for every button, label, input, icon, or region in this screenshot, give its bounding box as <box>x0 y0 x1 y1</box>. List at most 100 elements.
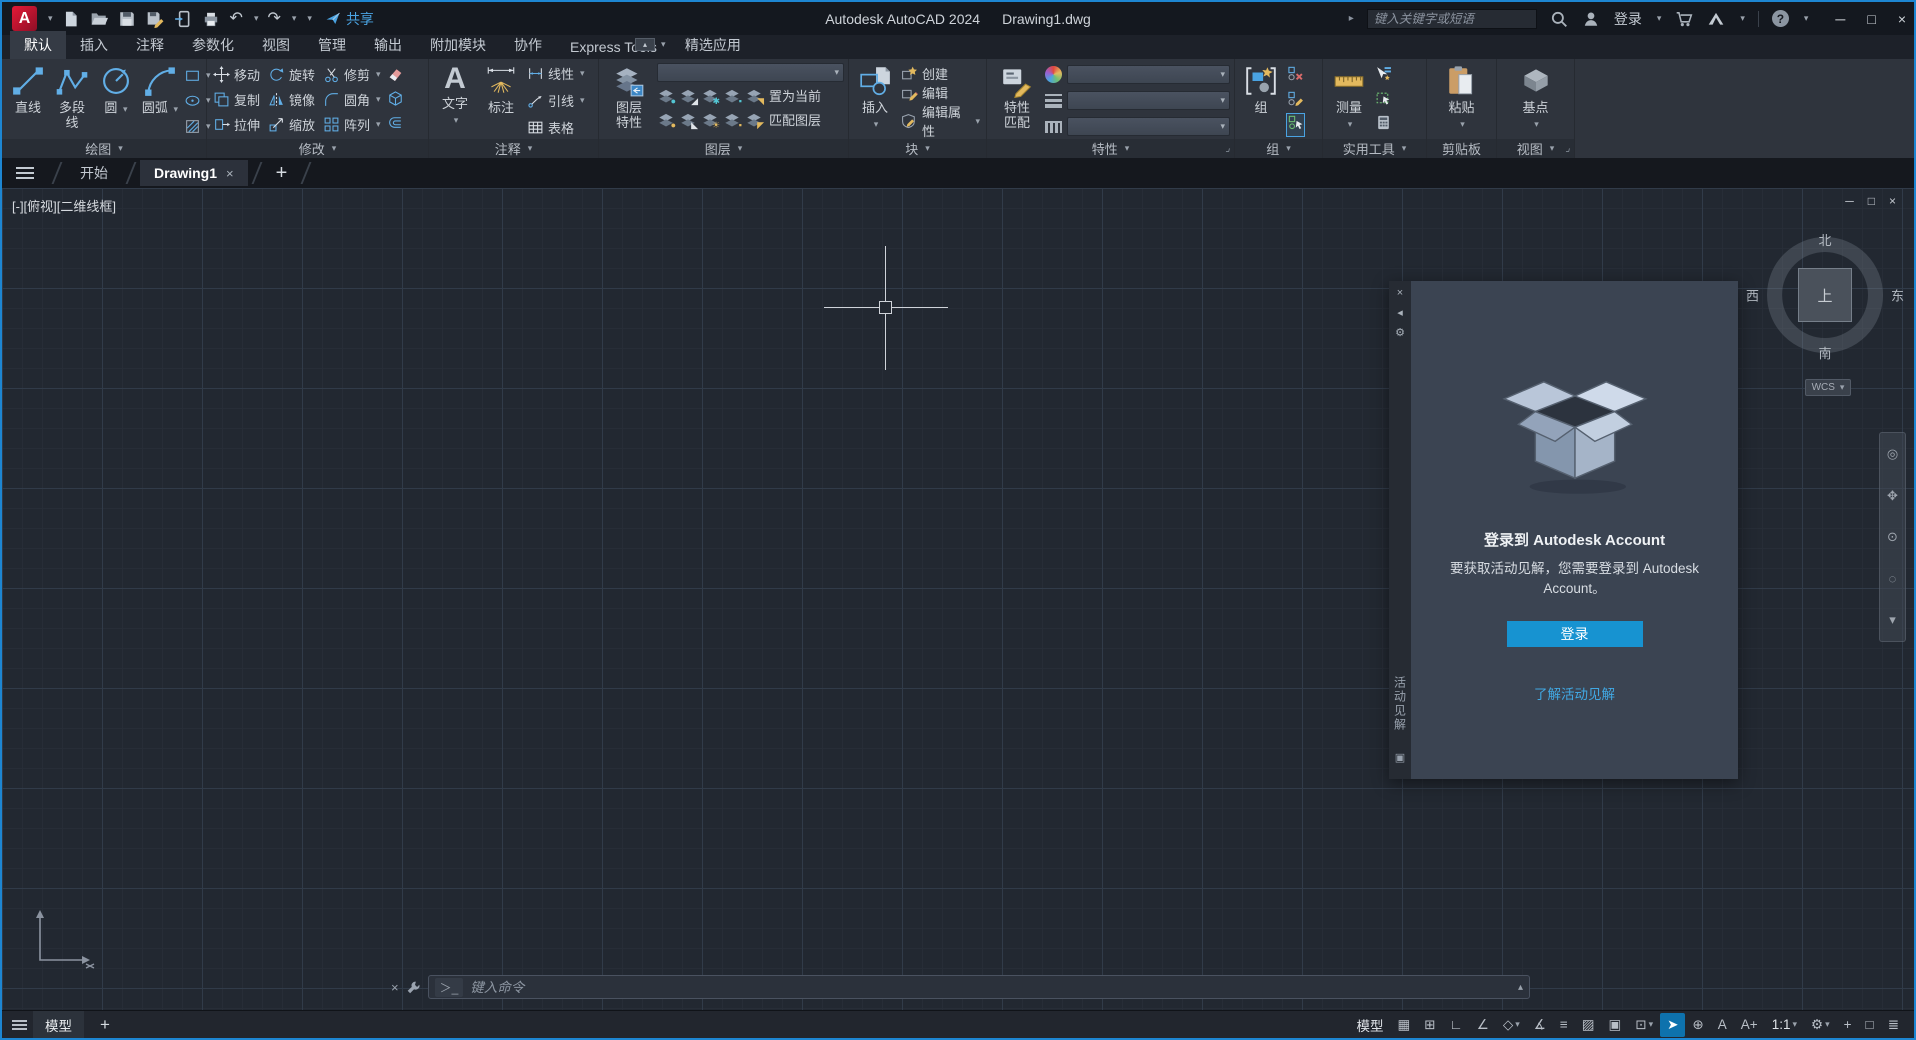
panel-block-footer[interactable]: 块▾ <box>849 139 986 158</box>
command-input[interactable] <box>470 980 1511 995</box>
ortho-mode-icon[interactable]: ∟ <box>1443 1013 1470 1037</box>
layer-unlock-icon[interactable]: ▪ <box>723 111 741 129</box>
panel-draw-footer[interactable]: 绘图▾ <box>2 139 206 158</box>
new-layout-button[interactable]: + <box>90 1015 120 1035</box>
move-tool[interactable]: 移动 <box>211 62 262 87</box>
palette-close-icon[interactable]: × <box>1397 287 1403 299</box>
save-icon[interactable] <box>118 9 137 28</box>
new-drawing-tab-button[interactable]: + <box>266 162 298 185</box>
layer-thaw-icon[interactable]: ☀ <box>701 111 719 129</box>
orbit-icon[interactable]: ◌ <box>1889 571 1897 586</box>
panel-utilities-footer[interactable]: 实用工具▾ <box>1323 139 1426 158</box>
group-edit-tool[interactable] <box>1287 90 1304 112</box>
layer-isolate-icon[interactable]: ◢ <box>679 87 697 105</box>
redo-icon[interactable]: ↷ <box>267 11 280 27</box>
lineweight-combo[interactable]: ▾ <box>1067 91 1230 110</box>
group-select-toggle[interactable] <box>1287 114 1304 136</box>
circle-tool[interactable]: 圆 ▾ <box>94 62 138 139</box>
explode-tool[interactable] <box>387 90 404 112</box>
annotation-autoscale-icon[interactable]: A+ <box>1734 1013 1765 1037</box>
learn-more-link[interactable]: 了解活动见解 <box>1411 683 1738 703</box>
open-from-web-mobile-icon[interactable] <box>174 9 193 28</box>
viewcube-south[interactable]: 南 <box>1818 343 1831 362</box>
panel-view-footer[interactable]: 视图▾⌟ <box>1497 139 1574 158</box>
customize-status-icon[interactable]: ≣ <box>1881 1013 1906 1037</box>
tab-default[interactable]: 默认 <box>10 31 66 59</box>
layer-match-icon[interactable]: ◤ <box>745 111 763 129</box>
mirror-tool[interactable]: 镜像 <box>266 87 317 112</box>
panel-expander-icon[interactable]: ⌟ <box>1225 143 1230 154</box>
snap-mode-icon[interactable]: ⊞ <box>1417 1013 1442 1037</box>
command-close-icon[interactable]: × <box>391 980 399 995</box>
tab-featured-apps[interactable]: 精选应用 <box>671 31 755 59</box>
panel-layers-footer[interactable]: 图层▾ <box>599 139 848 158</box>
grid-display-icon[interactable]: ▦ <box>1390 1013 1417 1037</box>
block-edit-tool[interactable]: 编辑 <box>899 83 982 102</box>
layer-unisolate-icon[interactable]: ◣ <box>679 111 697 129</box>
user-icon[interactable] <box>1582 9 1601 28</box>
drawing-minimize-icon[interactable]: ─ <box>1845 194 1854 208</box>
quick-select-tool[interactable] <box>1375 65 1392 87</box>
layer-set-current-button[interactable]: 置为当前 <box>769 86 821 105</box>
command-customize-icon[interactable] <box>406 980 421 995</box>
application-menu-button[interactable]: A <box>12 6 37 31</box>
layer-set-current-icon[interactable]: ◥ <box>745 87 763 105</box>
object-color-combo[interactable]: ▾ <box>1067 65 1230 84</box>
drawing-canvas[interactable]: [-][俯视][二维线框] ─ □ × 上 北 南 西 东 WCS▾ ◎ ✥ ⊙… <box>2 188 1914 1010</box>
command-history-icon[interactable]: ▴ <box>1518 982 1523 993</box>
palette-rail-bottom-icon[interactable]: ▣ <box>1395 751 1405 764</box>
panel-expander-icon[interactable]: ⌟ <box>1565 143 1570 154</box>
scale-tool[interactable]: 缩放 <box>266 112 317 137</box>
viewcube-north[interactable]: 北 <box>1818 230 1831 249</box>
transparency-icon[interactable]: ▨ <box>1575 1013 1602 1037</box>
tab-collaborate[interactable]: 协作 <box>500 31 556 59</box>
tab-insert[interactable]: 插入 <box>66 31 122 59</box>
model-tab[interactable]: 模型 <box>33 1011 84 1039</box>
maximize-button[interactable]: □ <box>1867 11 1875 27</box>
help-icon[interactable]: ? <box>1772 10 1789 27</box>
group-button[interactable]: 组 <box>1239 62 1283 139</box>
isodraft-icon[interactable]: ◇▾ <box>1496 1013 1527 1037</box>
offset-tool[interactable] <box>387 114 404 136</box>
annotation-scale-control[interactable]: 1:1▾ <box>1765 1013 1804 1037</box>
tab-parametric[interactable]: 参数化 <box>178 31 248 59</box>
new-file-icon[interactable] <box>62 9 81 28</box>
linetype-combo[interactable]: ▾ <box>1067 117 1230 136</box>
panel-annotate-footer[interactable]: 注释▾ <box>429 139 598 158</box>
ribbon-minimize-control[interactable]: ▴▾ <box>635 38 666 51</box>
help-dropdown-icon[interactable]: ▾ <box>1804 13 1809 24</box>
zoom-icon[interactable]: ⊙ <box>1887 529 1898 545</box>
panel-groups-footer[interactable]: 组▾ <box>1235 139 1322 158</box>
search-icon[interactable] <box>1550 9 1569 28</box>
viewcube-east[interactable]: 东 <box>1891 286 1904 305</box>
tab-addins[interactable]: 附加模块 <box>416 31 500 59</box>
drawing-restore-icon[interactable]: □ <box>1868 194 1875 208</box>
tab-manage[interactable]: 管理 <box>304 31 360 59</box>
viewcube-west[interactable]: 西 <box>1746 286 1759 305</box>
viewport-controls[interactable]: [-][俯视][二维线框] <box>12 196 116 215</box>
table-tool[interactable]: 表格 <box>525 118 587 137</box>
pan-icon[interactable]: ✥ <box>1887 488 1898 504</box>
copy-tool[interactable]: 复制 <box>211 87 262 112</box>
plot-icon[interactable] <box>202 9 221 28</box>
start-tab[interactable]: 开始 <box>66 158 122 188</box>
workspace-gear-icon[interactable]: ⚙▾ <box>1804 1013 1837 1037</box>
linear-dim-tool[interactable]: 线性▾ <box>525 64 587 83</box>
fillet-tool[interactable]: 圆角▾ <box>321 87 383 112</box>
panel-modify-footer[interactable]: 修改▾ <box>207 139 428 158</box>
open-file-icon[interactable] <box>90 9 109 28</box>
layer-match-button[interactable]: 匹配图层 <box>769 110 821 129</box>
layer-properties-button[interactable]: 图层特性 <box>603 62 655 139</box>
base-point-button[interactable]: 基点▾ <box>1514 62 1558 139</box>
leader-tool[interactable]: 引线▾ <box>525 91 587 110</box>
clean-screen-icon[interactable]: □ <box>1859 1013 1881 1037</box>
insert-block-button[interactable]: 插入▾ <box>853 62 897 139</box>
selection-filter-icon[interactable]: ➤ <box>1660 1013 1685 1037</box>
erase-tool[interactable] <box>387 65 404 87</box>
sign-in-dropdown-icon[interactable]: ▾ <box>1657 13 1662 24</box>
layout-menu-icon[interactable] <box>12 1020 27 1030</box>
app-store-cart-icon[interactable] <box>1674 9 1693 28</box>
viewcube[interactable]: 上 北 南 西 东 <box>1767 237 1883 353</box>
steering-wheel-icon[interactable]: ◎ <box>1887 446 1898 462</box>
block-edit-attrs-tool[interactable]: 编辑属性▾ <box>899 102 982 140</box>
